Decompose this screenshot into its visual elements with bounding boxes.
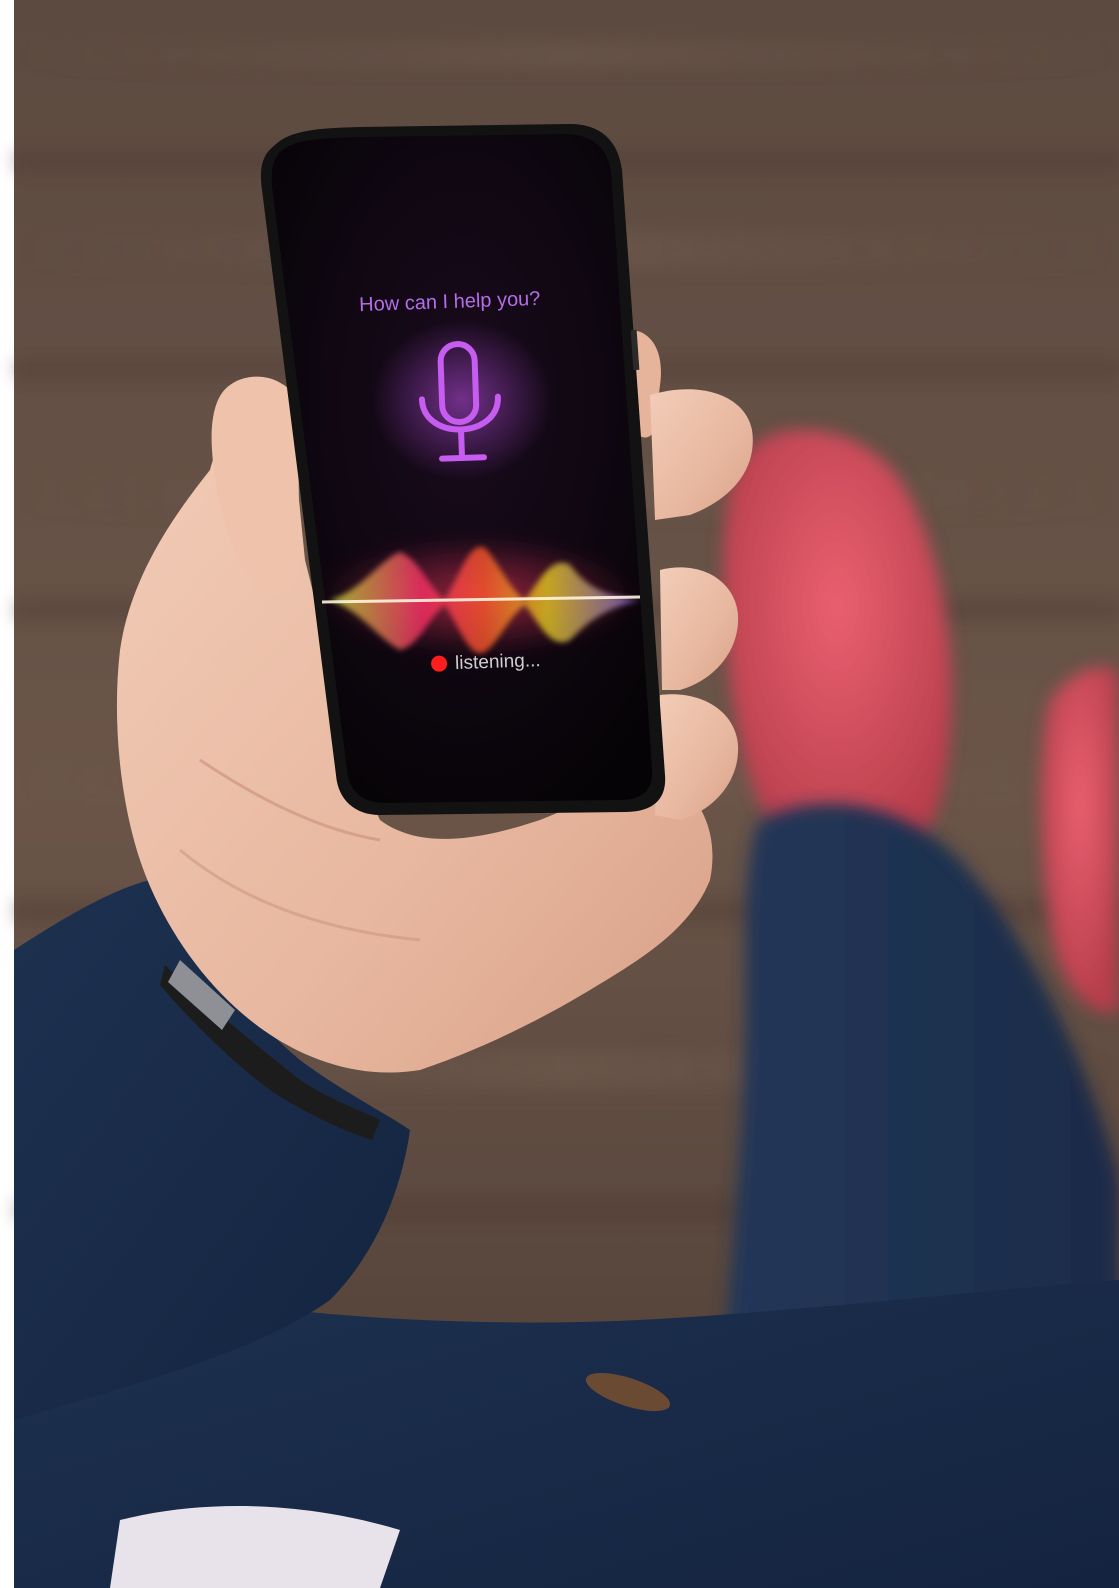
photo-illustration: How can I help you? listening...	[0, 0, 1119, 1588]
status-text: listening...	[455, 650, 541, 674]
left-border	[0, 0, 14, 1588]
photo-scene: How can I help you? listening...	[0, 0, 1119, 1588]
sound-waveform	[318, 536, 641, 656]
